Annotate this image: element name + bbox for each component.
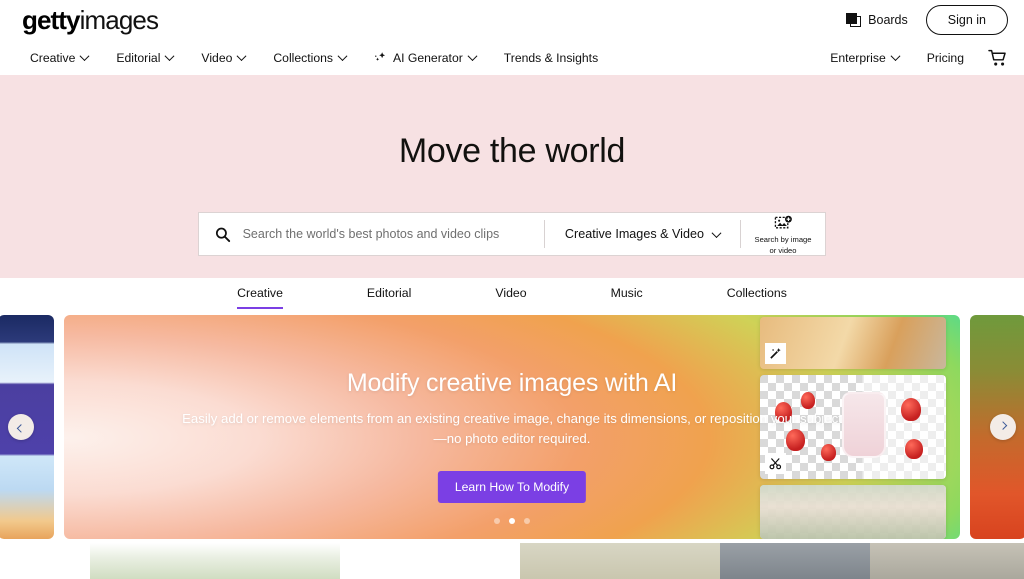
- page-title: Move the world: [398, 132, 626, 170]
- nav-item-editorial[interactable]: Editorial: [102, 47, 187, 69]
- search-by-image-line2: or video: [769, 245, 797, 255]
- logo-bold-text: getty: [22, 5, 81, 35]
- tab-collections[interactable]: Collections: [727, 280, 787, 309]
- nav-label-ai-generator: AI Generator: [393, 50, 463, 65]
- boards-label: Boards: [868, 13, 908, 27]
- tab-creative[interactable]: Creative: [237, 280, 283, 309]
- search-magnifier-icon: [215, 227, 231, 242]
- strip-thumbnail[interactable]: [340, 543, 520, 579]
- search-input-group: [199, 213, 544, 255]
- nav-label-collections: Collections: [273, 50, 333, 65]
- carousel-active-slide: Modify creative images with AI Easily ad…: [64, 315, 960, 539]
- magic-wand-icon: [770, 348, 781, 359]
- top-header-bar: gettyimages Boards Sign in: [0, 0, 1024, 40]
- shopping-cart-icon[interactable]: [988, 49, 1008, 67]
- chevron-down-icon: [79, 51, 90, 62]
- couple-photo-area: [760, 485, 946, 539]
- learn-how-to-modify-button[interactable]: Learn How To Modify: [437, 471, 587, 503]
- magic-wand-badge: [765, 343, 786, 364]
- hero-section: Move the world Creative Images & Video: [0, 75, 1024, 278]
- nav-label-enterprise: Enterprise: [830, 50, 886, 65]
- getty-images-logo[interactable]: gettyimages: [22, 5, 159, 35]
- nav-item-creative[interactable]: Creative: [22, 47, 102, 69]
- strip-thumbnail[interactable]: [870, 543, 1024, 579]
- search-by-image-button[interactable]: Search by image or video: [741, 213, 825, 255]
- search-type-dropdown[interactable]: Creative Images & Video: [545, 213, 740, 255]
- chevron-down-icon: [236, 51, 247, 62]
- nav-label-editorial: Editorial: [116, 50, 161, 65]
- slide-subtitle: Easily add or remove elements from an ex…: [182, 411, 842, 447]
- chevron-left-icon: [16, 424, 26, 433]
- slide-text-block: Modify creative images with AI Easily ad…: [64, 369, 960, 449]
- strip-thumbnail[interactable]: [90, 543, 340, 579]
- image-upload-search-icon: [774, 215, 792, 229]
- main-navigation-bar: Creative Editorial Video Collections AI …: [0, 40, 1024, 75]
- tab-editorial[interactable]: Editorial: [367, 280, 411, 309]
- search-input[interactable]: [242, 227, 544, 241]
- strip-thumbnail[interactable]: [520, 543, 720, 579]
- chevron-down-icon: [164, 51, 175, 62]
- carousel-dot-2[interactable]: [509, 518, 515, 524]
- nav-label-video: Video: [201, 50, 233, 65]
- strip-thumbnail[interactable]: [0, 543, 90, 579]
- slide-heading: Modify creative images with AI: [346, 369, 678, 397]
- nav-left-group: Creative Editorial Video Collections AI …: [22, 47, 612, 69]
- nav-item-ai-generator[interactable]: AI Generator: [360, 47, 490, 69]
- carousel-dots: [494, 518, 530, 524]
- logo-light-text: images: [79, 5, 159, 35]
- tab-music[interactable]: Music: [611, 280, 643, 309]
- nav-right-group: Enterprise Pricing: [822, 47, 1008, 69]
- carousel-previous-button[interactable]: [8, 414, 34, 440]
- nav-label-creative: Creative: [30, 50, 76, 65]
- nav-label-trends-insights: Trends & Insights: [503, 50, 599, 65]
- strip-thumbnail[interactable]: [720, 543, 870, 579]
- chevron-down-icon: [337, 51, 348, 62]
- chevron-down-icon: [890, 51, 901, 62]
- content-type-tabs: Creative Editorial Video Music Collectio…: [0, 278, 1024, 311]
- search-type-label: Creative Images & Video: [564, 227, 704, 241]
- tab-video[interactable]: Video: [495, 280, 526, 309]
- scissors-badge: [765, 453, 786, 474]
- couple-outdoors-thumbnail: [760, 485, 946, 539]
- sign-in-button[interactable]: Sign in: [925, 5, 1008, 35]
- nav-item-collections[interactable]: Collections: [259, 47, 360, 69]
- boards-button[interactable]: Boards: [846, 13, 908, 27]
- chevron-down-icon: [711, 227, 722, 238]
- nav-label-pricing: Pricing: [926, 50, 964, 65]
- promo-carousel: Modify creative images with AI Easily ad…: [0, 311, 1024, 543]
- header-actions: Boards Sign in: [846, 5, 1008, 35]
- chevron-right-icon: [998, 421, 1008, 430]
- nav-item-pricing[interactable]: Pricing: [913, 47, 978, 69]
- below-fold-image-strip: [0, 543, 1024, 579]
- carousel-dot-3[interactable]: [524, 518, 530, 524]
- search-bar: Creative Images & Video Search by image …: [198, 212, 826, 256]
- pastry-pie-thumbnail: [760, 317, 946, 369]
- carousel-dot-1[interactable]: [494, 518, 500, 524]
- nav-item-trends-insights[interactable]: Trends & Insights: [490, 47, 612, 69]
- sparkle-icon: [375, 52, 386, 61]
- chevron-down-icon: [467, 51, 478, 62]
- carousel-next-button[interactable]: [990, 414, 1016, 440]
- boards-stacked-squares-icon: [846, 13, 862, 27]
- search-by-image-line1: Search by image: [754, 235, 812, 244]
- nav-item-video[interactable]: Video: [187, 47, 259, 69]
- nav-item-enterprise[interactable]: Enterprise: [822, 47, 913, 69]
- scissors-icon: [769, 458, 782, 470]
